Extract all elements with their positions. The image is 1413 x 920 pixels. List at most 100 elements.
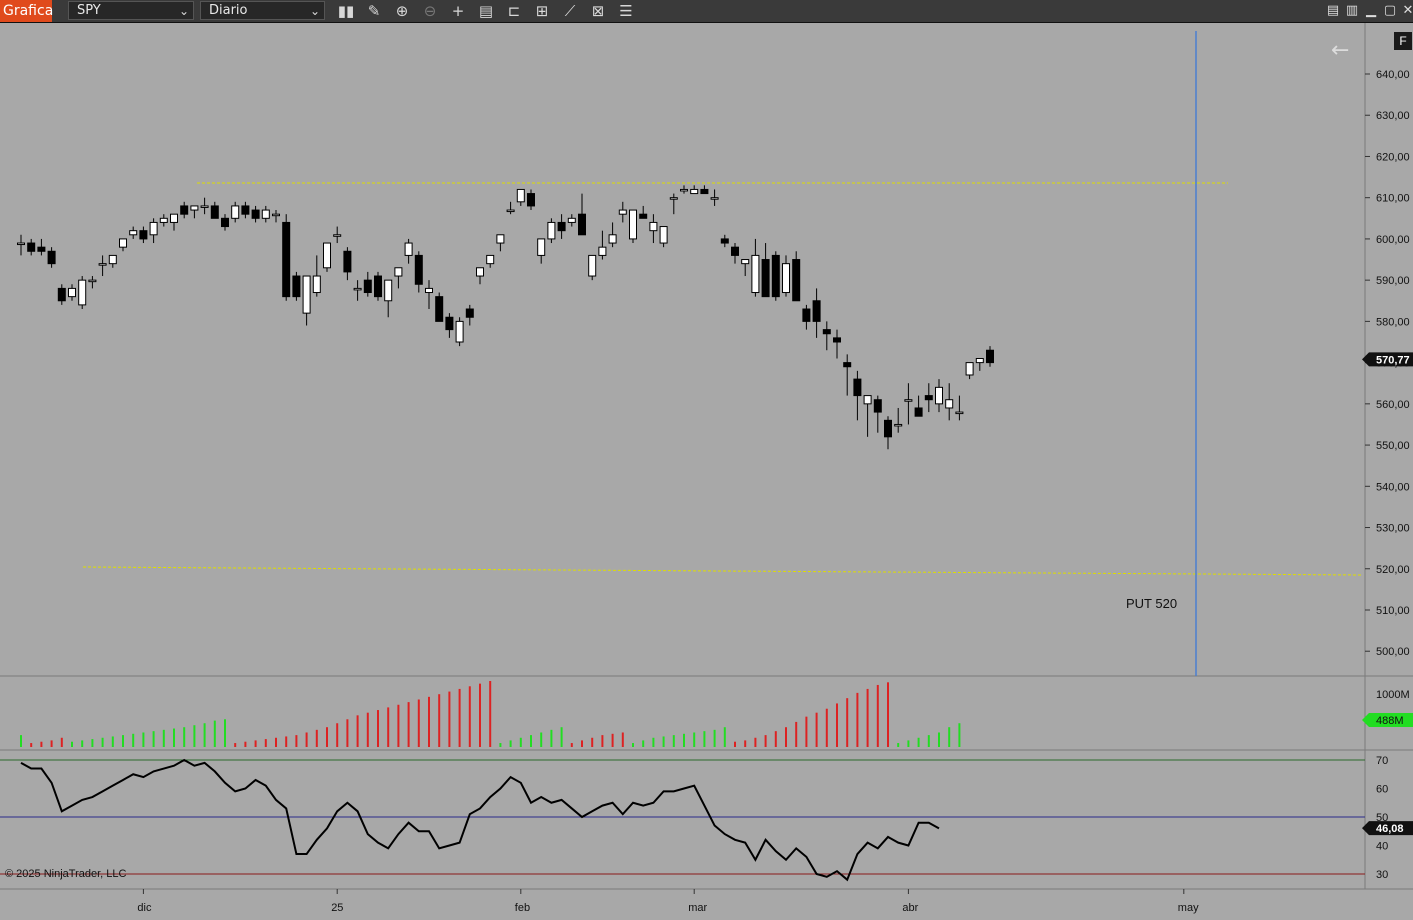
candle-up [88,279,97,283]
candle-down [210,205,219,219]
zoom-in-icon[interactable]: ⊕ [391,1,413,21]
candle-down [241,205,250,215]
candle-up [894,423,903,427]
candle-up [782,263,790,294]
candle-down [843,362,852,368]
price-tick-label: 560,00 [1376,399,1410,411]
candle-up [649,221,658,232]
candle-up [567,217,576,223]
rsi-tick-label: 30 [1376,869,1388,881]
candle-up [159,217,168,223]
candle-up [741,259,750,265]
candle-down [139,230,148,240]
candle-up [618,209,627,215]
candle-up [394,267,403,277]
candle-down [873,399,882,413]
candle-up [312,275,321,294]
timeframe-value: Diario [209,3,248,18]
candle-down [57,287,66,302]
candle-up [547,221,556,240]
chart-tab[interactable]: Grafica [0,0,53,22]
candle-up [272,213,280,217]
indicators-icon[interactable]: ⊞ [531,1,553,21]
candle-down [720,238,729,244]
price-tick-label: 540,00 [1376,481,1410,493]
candle-up [302,275,311,314]
candle-down [914,407,923,417]
price-tick-label: 600,00 [1376,234,1410,246]
candle-up [680,188,688,192]
candle-up [516,188,525,203]
candle-down [924,395,933,401]
candle-down [282,221,291,298]
price-tick-label: 630,00 [1376,110,1410,122]
f-button[interactable]: F [1394,32,1412,50]
strategies-icon[interactable]: ⊏ [503,1,525,21]
close-icon[interactable]: ✕ [1400,3,1413,19]
price-tick-label: 520,00 [1376,564,1410,576]
instrument-value: SPY [77,3,101,18]
candle-up [506,209,515,213]
tile-icon[interactable]: ▤ [1325,3,1341,19]
candle-down [27,242,36,252]
draw-pencil-icon[interactable]: ✎ [363,1,385,21]
time-tick-label: may [1178,902,1199,914]
drawing-tools-icon[interactable]: ⟋ [559,1,581,21]
restore-layout-icon[interactable]: ▥ [1344,3,1360,19]
candle-up [170,213,178,223]
candle-up [904,399,913,402]
candle-up [935,386,943,405]
price-tick-label: 580,00 [1376,316,1410,328]
rsi-line [20,758,940,882]
candle-up [598,246,607,256]
back-arrow-icon[interactable]: ← [1331,38,1349,63]
candle-up [690,188,699,195]
candle-down [802,308,811,322]
candle-up [863,395,872,405]
candle-down [986,349,994,364]
candle-up [425,287,433,294]
crosshair-icon[interactable]: + [447,1,469,21]
candle-down [363,279,372,294]
timeframe-selector[interactable]: Diario ⌄ [200,1,325,20]
candle-up [129,230,138,236]
candle-down [771,254,780,298]
candle-down [700,188,709,195]
candle-up [231,205,240,219]
instrument-selector[interactable]: SPY ⌄ [68,1,194,20]
candle-down [37,246,46,252]
candle-up [955,411,964,415]
candle-up [751,254,760,294]
candle-down [639,213,648,219]
price-tick-label: 640,00 [1376,69,1410,81]
candle-down [180,205,189,215]
minimize-icon[interactable]: ▁ [1363,3,1379,19]
properties-icon[interactable]: ⊠ [587,1,609,21]
data-box-icon[interactable]: ☰ [615,1,637,21]
templates-icon[interactable]: ▤ [475,1,497,21]
put-line [82,566,1363,576]
candle-up [710,197,719,200]
price-tick-label: 510,00 [1376,605,1410,617]
bar-type-icon[interactable]: ▮▮ [335,1,357,21]
time-tick-label: mar [688,902,707,914]
candle-up [629,209,637,240]
rsi-tick-label: 40 [1376,841,1388,853]
candle-up [68,287,76,298]
candle-down [221,217,229,228]
candle-down [761,259,770,298]
chart-canvas[interactable]: 640,00 630,00 620,00 610,00 600,00 590,00 580,… [0,23,1413,920]
zoom-out-icon[interactable]: ⊖ [419,1,441,21]
candle-down [578,213,586,236]
candle-down [343,250,352,273]
candle-down [792,259,801,302]
maximize-icon[interactable]: ▢ [1382,3,1398,19]
rsi-tick-label: 70 [1376,755,1388,767]
candle-up [476,267,484,277]
candle-up [669,197,678,200]
candle-down [251,209,260,219]
candle-down [884,419,892,438]
candle-up [78,279,87,306]
volume-current-label: 488M [1376,715,1404,727]
candle-down [414,254,423,285]
